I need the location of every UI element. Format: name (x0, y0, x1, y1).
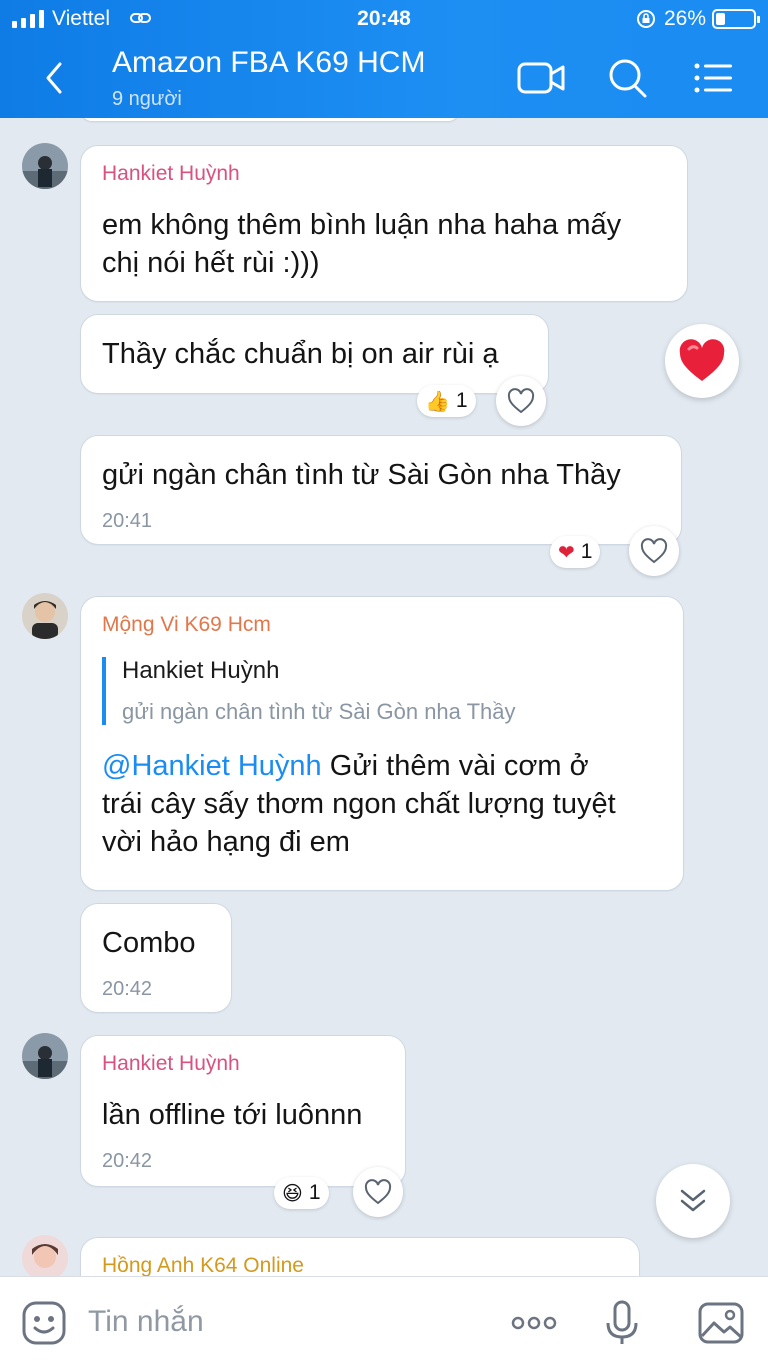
heart-icon: ❤ (558, 541, 575, 564)
quoted-sender: Hankiet Huỳnh (122, 657, 280, 684)
timestamp: 20:42 (102, 1150, 153, 1172)
group-title[interactable]: Amazon FBA K69 HCM (112, 46, 425, 80)
quoted-text: gửi ngàn chân tình từ Sài Gòn nha Thầy (122, 699, 516, 724)
avatar[interactable] (22, 1033, 68, 1079)
message-bubble[interactable]: Thầy chắc chuẩn bị on air rùi ạ (80, 314, 549, 394)
heart-outline-icon (640, 538, 668, 564)
sender-name[interactable]: Hankiet Huỳnh (102, 1052, 240, 1076)
message-line-text: Gửi thêm vài cơm ở (321, 750, 589, 782)
message-text: Combo (102, 927, 196, 959)
microphone-icon[interactable] (598, 1299, 646, 1347)
reaction-badge[interactable]: 😆 1 (274, 1177, 329, 1209)
heart-react-button[interactable] (496, 376, 546, 426)
search-icon[interactable] (604, 56, 654, 100)
double-chevron-down-icon (680, 1189, 706, 1212)
chat-header: Viettel 20:48 26% Amazon FBA K69 HCM 9 n… (0, 0, 768, 118)
message-bubble[interactable]: Hankiet Huỳnh em không thêm bình luận nh… (80, 145, 688, 302)
timestamp: 20:42 (102, 978, 153, 1000)
message-bubble[interactable]: Hankiet Huỳnh lần offline tới luônnn 20:… (80, 1035, 406, 1187)
message-line: em không thêm bình luận nha haha mấy (102, 209, 622, 241)
reaction-badge[interactable]: 👍 1 (417, 385, 476, 417)
message-text: em không thêm bình luận nha haha mấy chị… (102, 206, 621, 282)
message-bubble-previous (80, 118, 460, 122)
video-camera-icon[interactable] (516, 56, 566, 100)
member-count[interactable]: 9 người (112, 88, 182, 111)
message-text: Thầy chắc chuẩn bị on air rùi ạ (102, 338, 499, 370)
more-dots-icon[interactable] (510, 1299, 558, 1347)
rotation-lock-icon (637, 10, 655, 28)
thumbs-up-icon: 👍 (425, 390, 450, 413)
avatar[interactable] (22, 593, 68, 639)
message-text: lần offline tới luônnn (102, 1099, 363, 1131)
timestamp: 20:41 (102, 510, 153, 532)
reaction-count: 1 (455, 389, 468, 412)
sender-name[interactable]: Mộng Vi K69 Hcm (102, 613, 271, 637)
message-bubble[interactable]: Combo 20:42 (80, 903, 232, 1013)
message-line: trái cây sấy thơm ngon chất lượng tuyệt (102, 788, 616, 820)
quick-heart-button[interactable] (665, 324, 739, 398)
sender-name[interactable]: Hankiet Huỳnh (102, 162, 240, 186)
reaction-count: 1 (580, 540, 593, 563)
message-text: gửi ngàn chân tình từ Sài Gòn nha Thầy (102, 459, 621, 491)
heart-icon (679, 339, 725, 381)
avatar[interactable] (22, 1235, 68, 1276)
status-bar: Viettel 20:48 26% (0, 0, 768, 38)
message-line: vời hảo hạng đi em (102, 826, 350, 858)
reaction-badge[interactable]: ❤ 1 (550, 536, 601, 568)
avatar[interactable] (22, 143, 68, 189)
reply-quote[interactable]: Hankiet Huỳnh gửi ngàn chân tình từ Sài … (102, 657, 516, 725)
message-composer: Tin nhắn (0, 1276, 768, 1365)
image-icon[interactable] (697, 1299, 745, 1347)
sender-name[interactable]: Hồng Anh K64 Online (102, 1254, 304, 1276)
laughing-face-icon: 😆 (282, 1182, 303, 1205)
reaction-count: 1 (308, 1181, 321, 1204)
message-line: @Hankiet Huỳnh Gửi thêm vài cơm ở (102, 747, 616, 785)
message-text: @Hankiet Huỳnh Gửi thêm vài cơm ở trái c… (102, 747, 616, 861)
message-list[interactable]: Hankiet Huỳnh em không thêm bình luận nh… (0, 118, 768, 1276)
heart-react-button[interactable] (353, 1167, 403, 1217)
heart-react-button[interactable] (629, 526, 679, 576)
scroll-to-bottom-button[interactable] (656, 1164, 730, 1238)
message-input[interactable]: Tin nhắn (88, 1305, 204, 1339)
mention-link[interactable]: @Hankiet Huỳnh (102, 750, 322, 782)
battery-icon (712, 9, 760, 29)
message-bubble[interactable]: Hồng Anh K64 Online (80, 1237, 640, 1276)
sticker-icon[interactable] (20, 1299, 68, 1347)
list-menu-icon[interactable] (690, 56, 740, 100)
battery-percent: 26% (663, 7, 706, 30)
chevron-left-icon[interactable] (36, 58, 76, 98)
heart-outline-icon (507, 388, 535, 414)
message-bubble[interactable]: gửi ngàn chân tình từ Sài Gòn nha Thầy 2… (80, 435, 682, 545)
message-line: chị nói hết rùi :))) (102, 247, 320, 279)
heart-outline-icon (364, 1179, 392, 1205)
message-bubble[interactable]: Mộng Vi K69 Hcm Hankiet Huỳnh gửi ngàn c… (80, 596, 684, 891)
